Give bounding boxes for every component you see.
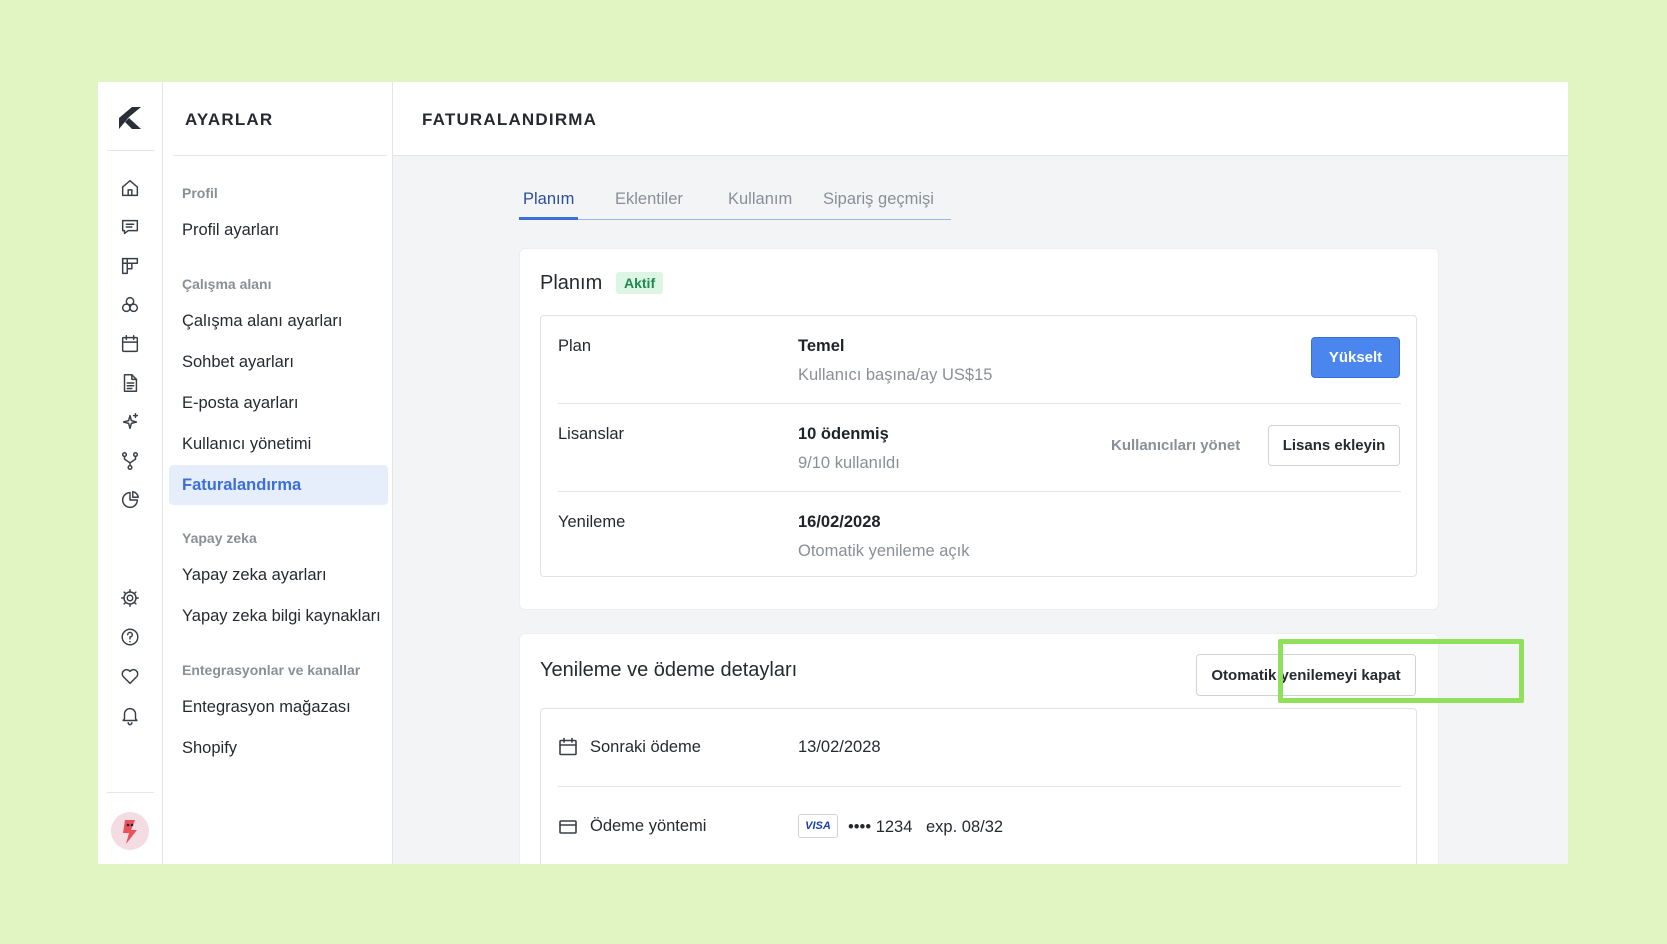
calendar-icon: [558, 737, 578, 757]
sidebar-item-billing[interactable]: Faturalandırma: [169, 465, 388, 505]
rail-divider-bottom: [107, 792, 154, 793]
calendar-icon[interactable]: [118, 332, 142, 356]
sidebar-item-user-management[interactable]: Kullanıcı yönetimi: [169, 424, 388, 464]
sidebar-item-integration-store[interactable]: Entegrasyon mağazası: [169, 687, 388, 727]
settings-title: AYARLAR: [185, 110, 274, 129]
heart-icon[interactable]: [118, 664, 142, 688]
page-title: FATURALANDIRMA: [422, 110, 598, 129]
renewal-label: Yenileme: [558, 513, 626, 531]
next-payment-value: 13/02/2028: [798, 738, 881, 756]
settings-sidebar: AYARLAR Profil Profil ayarları Çalışma a…: [163, 82, 393, 864]
sidebar-item-email-settings[interactable]: E-posta ayarları: [169, 383, 388, 423]
row-divider: [558, 403, 1401, 404]
status-badge: Aktif: [616, 272, 664, 294]
app-window: AYARLAR Profil Profil ayarları Çalışma a…: [98, 82, 1568, 864]
tab-plan[interactable]: Planım: [519, 186, 579, 220]
billing-tabs: Planım Eklentiler Kullanım Sipariş geçmi…: [519, 186, 951, 220]
manage-users-link[interactable]: Kullanıcıları yönet: [1111, 437, 1240, 454]
app-logo[interactable]: [116, 104, 144, 132]
icon-rail: [98, 82, 163, 864]
row-divider: [558, 786, 1401, 787]
licenses-label: Lisanslar: [558, 425, 625, 443]
sidebar-item-chat-settings[interactable]: Sohbet ayarları: [169, 342, 388, 382]
card-expiry: exp. 08/32: [926, 818, 1004, 836]
section-workspace: Çalışma alanı: [182, 276, 272, 292]
licenses-value: 10 ödenmiş: [798, 425, 889, 443]
tab-addons[interactable]: Eklentiler: [611, 186, 687, 220]
home-icon[interactable]: [118, 176, 142, 200]
upgrade-button[interactable]: Yükselt: [1311, 337, 1400, 378]
credit-card-icon: [558, 817, 578, 837]
document-icon[interactable]: [118, 371, 142, 395]
plan-value: Temel: [798, 337, 845, 355]
panel-divider: [173, 155, 387, 156]
sidebar-item-shopify[interactable]: Shopify: [169, 728, 388, 768]
visa-logo: VISA: [798, 814, 838, 838]
plan-card: Planım Aktif Plan Temel Kullanıcı başına…: [519, 248, 1439, 610]
section-integrations: Entegrasyonlar ve kanallar: [182, 662, 361, 678]
plan-card-title: Planım: [540, 272, 603, 294]
branch-icon[interactable]: [118, 449, 142, 473]
main-content: FATURALANDIRMA Planım Eklentiler Kullanı…: [393, 82, 1568, 864]
tab-orders[interactable]: Sipariş geçmişi: [819, 186, 938, 220]
rail-divider: [107, 150, 154, 151]
payment-card-title: Yenileme ve ödeme detayları: [540, 659, 798, 681]
add-license-button[interactable]: Lisans ekleyin: [1268, 425, 1400, 466]
payment-details: Sonraki ödeme 13/02/2028 Ödeme yöntemi V…: [540, 708, 1417, 864]
section-ai: Yapay zeka: [182, 530, 257, 546]
sidebar-item-ai-sources[interactable]: Yapay zeka bilgi kaynakları: [169, 596, 388, 636]
chat-icon[interactable]: [118, 215, 142, 239]
sidebar-item-ai-settings[interactable]: Yapay zeka ayarları: [169, 555, 388, 595]
next-payment-label: Sonraki ödeme: [590, 738, 701, 756]
sidebar-item-workspace-settings[interactable]: Çalışma alanı ayarları: [169, 301, 388, 341]
avatar[interactable]: [111, 812, 149, 850]
card-number: •••• 1234: [848, 818, 913, 836]
help-icon[interactable]: [118, 625, 142, 649]
highlight-box: [1278, 639, 1524, 703]
row-divider: [558, 491, 1401, 492]
tab-usage[interactable]: Kullanım: [724, 186, 796, 220]
plan-details: Plan Temel Kullanıcı başına/ay US$15 Yük…: [540, 315, 1417, 577]
renewal-value: 16/02/2028: [798, 513, 881, 531]
section-profile: Profil: [182, 185, 218, 201]
sidebar-item-profile-settings[interactable]: Profil ayarları: [169, 210, 388, 250]
plan-label: Plan: [558, 337, 592, 355]
board-icon[interactable]: [118, 254, 142, 278]
renewal-status: Otomatik yenileme açık: [798, 542, 970, 560]
sparkles-icon[interactable]: [118, 410, 142, 434]
licenses-used: 9/10 kullanıldı: [798, 454, 900, 472]
circles-icon[interactable]: [118, 293, 142, 317]
pie-chart-icon[interactable]: [118, 488, 142, 512]
payment-method-label: Ödeme yöntemi: [590, 817, 707, 835]
bell-icon[interactable]: [118, 703, 142, 727]
gear-icon[interactable]: [118, 586, 142, 610]
page-header: FATURALANDIRMA: [393, 82, 1568, 156]
plan-price: Kullanıcı başına/ay US$15: [798, 366, 993, 384]
